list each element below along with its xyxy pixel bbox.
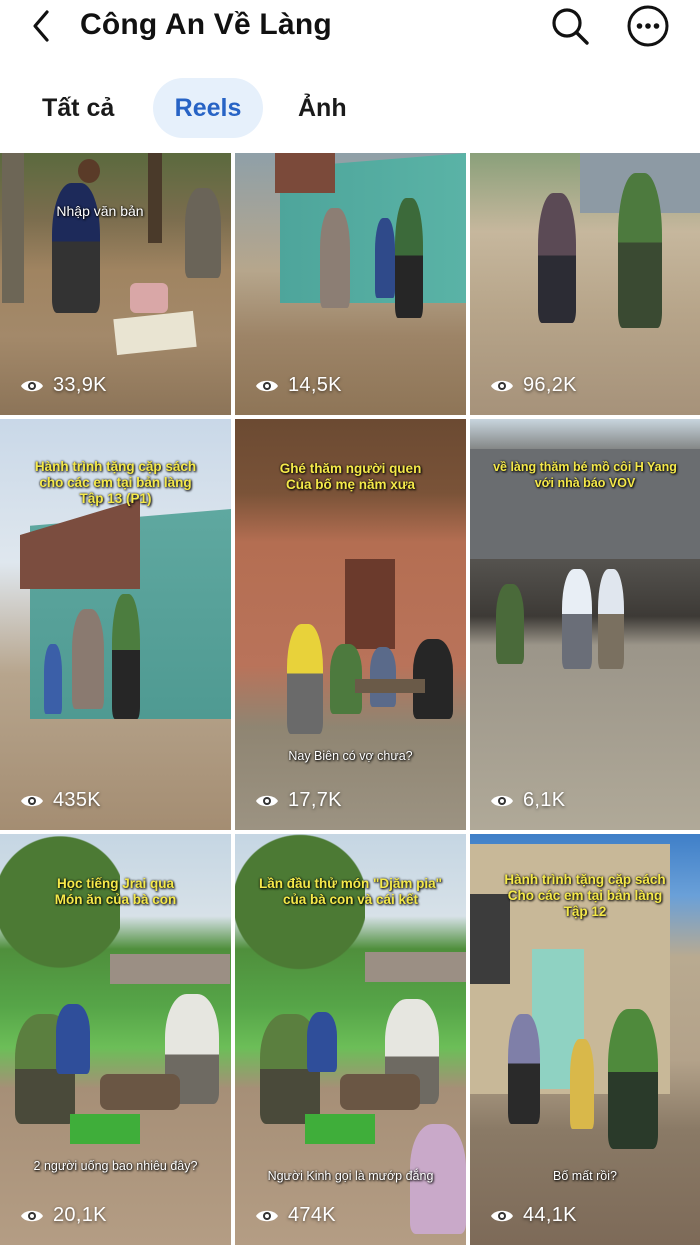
person-figure [538, 193, 576, 323]
view-count: 6,1K [490, 789, 565, 812]
wooden-post [2, 153, 24, 303]
person-figure [320, 208, 350, 308]
reel-thumbnail[interactable]: Hành trình tặng cặp sách cho các em tại … [0, 419, 231, 830]
reel-subtitle: Bố mất rồi? [553, 1169, 617, 1183]
eye-icon [491, 380, 513, 391]
view-count-text: 474K [288, 1204, 336, 1226]
eye-icon [256, 380, 278, 391]
person-figure [185, 188, 221, 278]
reel-thumbnail[interactable]: 96,2K [470, 153, 700, 415]
reel-caption: về làng thăm bé mồ côi H Yang với nhà bá… [493, 460, 677, 490]
person-figure [562, 569, 592, 669]
reel-thumbnail[interactable]: Lần đầu thử món "Djăm pia" của bà con và… [235, 834, 466, 1245]
table [340, 1074, 420, 1110]
green-bag [70, 1114, 140, 1144]
person-figure [307, 1012, 337, 1072]
view-count: 14,5K [255, 374, 342, 397]
person-figure [112, 594, 140, 719]
reel-caption: Hành trình tặng cặp sách cho các em tại … [34, 459, 197, 506]
reel-caption: Hành trình tặng cặp sách Cho các em tại … [504, 872, 666, 919]
person-figure [375, 218, 395, 298]
eye-icon [21, 380, 43, 391]
tab-reels[interactable]: Reels [153, 78, 263, 138]
page-title: Công An Về Làng [80, 8, 332, 41]
view-count-text: 435K [53, 789, 101, 811]
back-button[interactable] [22, 6, 62, 46]
person-figure [608, 1009, 658, 1149]
person-figure [44, 644, 62, 714]
eye-icon [21, 1210, 43, 1221]
eye-icon [256, 795, 278, 806]
person-figure [618, 173, 662, 328]
tab-all[interactable]: Tất cả [42, 78, 122, 138]
reel-thumbnail[interactable]: Hành trình tặng cặp sách Cho các em tại … [470, 834, 700, 1245]
wooden-post [148, 153, 162, 243]
reel-subtitle: Người Kinh gọi là mướp đắng [267, 1169, 434, 1183]
table [355, 679, 425, 693]
view-count: 474K [255, 1204, 336, 1227]
green-bag [305, 1114, 375, 1144]
eye-icon [21, 795, 43, 806]
view-count: 17,7K [255, 789, 342, 812]
view-count-text: 17,7K [288, 789, 342, 811]
table [100, 1074, 180, 1110]
more-horizontal-icon [627, 5, 669, 47]
view-count-text: 96,2K [523, 374, 577, 396]
view-count-text: 14,5K [288, 374, 342, 396]
reel-subtitle: 2 người uống bao nhiêu đây? [33, 1159, 198, 1173]
reel-overlay-text: Nhập văn bản [56, 203, 144, 219]
rusty-roof [275, 153, 335, 193]
tab-bar: Tất cả Reels Ảnh [0, 74, 700, 142]
wooden-door [345, 559, 395, 649]
reel-subtitle: Nay Biên có vợ chưa? [288, 749, 413, 763]
view-count: 435K [20, 789, 101, 812]
person-figure [496, 584, 524, 664]
more-options-button[interactable] [624, 2, 672, 50]
reels-grid: Nhập văn bản 33,9K 14,5K 96,2K Hành trìn… [0, 153, 700, 1248]
tab-photos[interactable]: Ảnh [298, 78, 358, 138]
person-figure [508, 1014, 540, 1124]
tree [235, 834, 365, 1004]
person-figure [395, 198, 423, 318]
view-count-text: 6,1K [523, 789, 566, 811]
view-count: 96,2K [490, 374, 577, 397]
reel-caption: Lần đầu thử món "Djăm pia" của bà con và… [258, 876, 443, 907]
person-figure [287, 624, 323, 734]
reel-thumbnail[interactable]: Học tiếng Jrai qua Món ăn của bà con 2 n… [0, 834, 231, 1245]
person-head [78, 159, 100, 183]
person-figure [56, 1004, 90, 1074]
reel-thumbnail[interactable]: về làng thăm bé mồ côi H Yang với nhà bá… [470, 419, 700, 830]
view-count: 44,1K [490, 1204, 577, 1227]
eye-icon [256, 1210, 278, 1221]
bag [130, 283, 168, 313]
person-figure [598, 569, 624, 669]
reel-thumbnail[interactable]: 14,5K [235, 153, 466, 415]
reel-thumbnail[interactable]: Nhập văn bản 33,9K [0, 153, 231, 415]
search-icon [552, 8, 589, 45]
header-bar: Công An Về Làng [0, 0, 700, 60]
building [110, 954, 230, 984]
person-figure [370, 647, 396, 707]
person-figure [72, 609, 104, 709]
building [365, 952, 466, 982]
person-figure [570, 1039, 594, 1129]
eye-icon [491, 795, 513, 806]
view-count-text: 20,1K [53, 1204, 107, 1226]
view-count: 33,9K [20, 374, 107, 397]
view-count-text: 33,9K [53, 374, 107, 396]
search-button[interactable] [548, 4, 592, 48]
eye-icon [491, 1210, 513, 1221]
view-count-text: 44,1K [523, 1204, 577, 1226]
tree [0, 834, 120, 1004]
reel-caption: Ghé thăm người quen Của bố mẹ năm xưa [279, 461, 422, 492]
reel-thumbnail[interactable]: Ghé thăm người quen Của bố mẹ năm xưa Na… [235, 419, 466, 830]
chevron-left-icon [33, 10, 49, 42]
reel-caption: Học tiếng Jrai qua Món ăn của bà con [54, 876, 177, 907]
view-count: 20,1K [20, 1204, 107, 1227]
